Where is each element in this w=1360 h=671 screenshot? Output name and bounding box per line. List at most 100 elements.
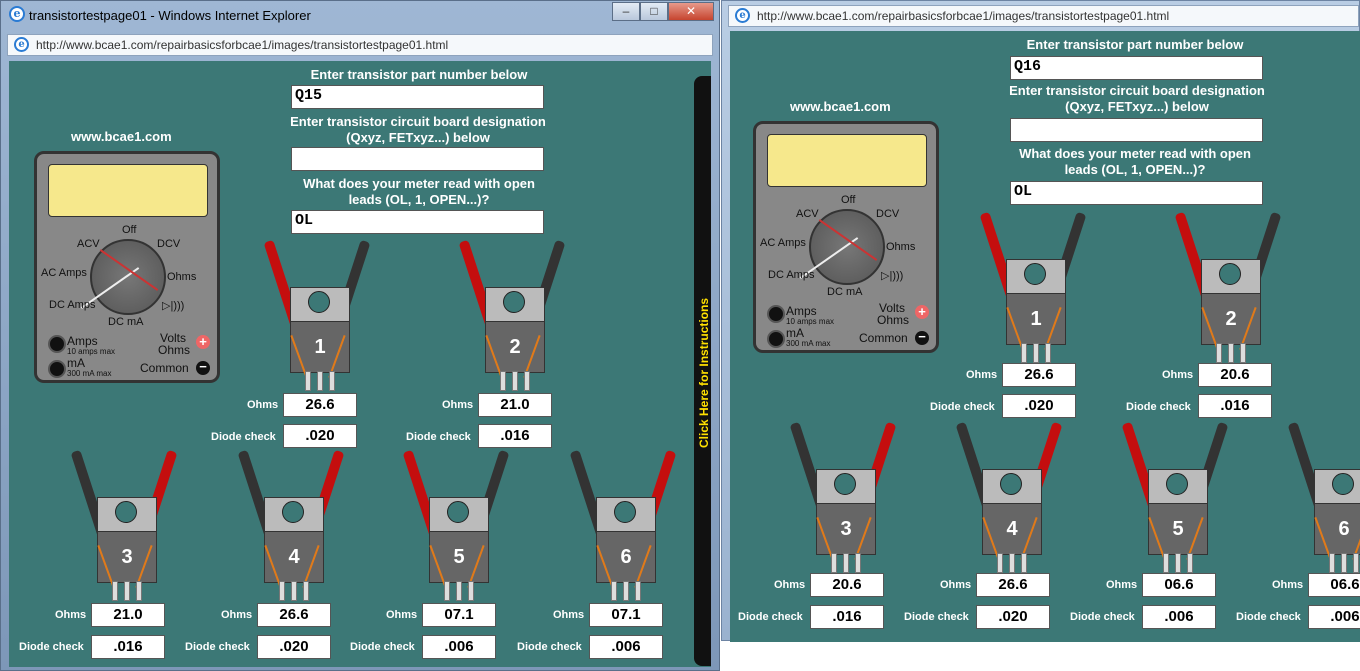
ohms-value-6[interactable]: 07.1 [589, 603, 663, 627]
diode-value-1[interactable]: .020 [1002, 394, 1076, 418]
lead [1175, 553, 1181, 573]
url-text[interactable]: http://www.bcae1.com/repairbasicsforbcae… [757, 9, 1169, 23]
ohms-value-4[interactable]: 26.6 [257, 603, 331, 627]
ohms-value-2[interactable]: 20.6 [1198, 363, 1272, 387]
lead [1009, 553, 1015, 573]
amps-label: Amps [67, 334, 98, 348]
maximize-button[interactable]: □ [640, 2, 668, 21]
diode-check-label: Diode check [1070, 611, 1135, 623]
ohms-value-6[interactable]: 06.6 [1308, 573, 1360, 597]
title-bar: e transistortestpage01 - Windows Interne… [1, 1, 719, 29]
diode-check-label: Diode check [211, 431, 276, 443]
address-bar[interactable]: e http://www.bcae1.com/repairbasicsforbc… [728, 5, 1359, 27]
diode-value-6[interactable]: .006 [589, 635, 663, 659]
dc-amps-label: DC Amps [49, 299, 96, 311]
dcv-label: DCV [157, 238, 181, 250]
off-label: Off [841, 194, 856, 206]
lead [317, 371, 323, 391]
acv-label: ACV [796, 208, 819, 220]
page-content: Enter transistor part number below Q16 E… [730, 31, 1360, 642]
lead [1163, 553, 1169, 573]
ma-jack[interactable] [767, 330, 785, 348]
address-bar[interactable]: e http://www.bcae1.com/repairbasicsforbc… [7, 34, 713, 56]
diode-value-4[interactable]: .020 [257, 635, 331, 659]
ohms-value-5[interactable]: 06.6 [1142, 573, 1216, 597]
lead [500, 371, 506, 391]
open-leads-input[interactable]: OL [291, 210, 544, 234]
minus-jack-icon[interactable]: − [196, 360, 210, 375]
ie-icon: e [9, 6, 25, 22]
designation-label: Enter transistor circuit board designati… [290, 114, 546, 145]
ie-page-icon: e [735, 8, 750, 23]
designation-input[interactable] [1010, 118, 1263, 142]
ohms-label: Ohms [1272, 579, 1304, 591]
diode-value-2[interactable]: .016 [478, 424, 552, 448]
lead [623, 581, 629, 601]
ohms-value-3[interactable]: 21.0 [91, 603, 165, 627]
acv-label: ACV [77, 238, 100, 250]
ma-label: mA [786, 326, 804, 340]
transistor-5: 5 [402, 449, 510, 601]
diode-value-3[interactable]: .016 [91, 635, 165, 659]
ie-page-icon: e [14, 37, 29, 52]
ma-jack[interactable] [48, 360, 66, 378]
ohms-label: Ohms [442, 399, 474, 411]
url-text[interactable]: http://www.bcae1.com/repairbasicsforbcae… [36, 38, 448, 52]
diode-check-label: Diode check [19, 641, 84, 653]
ma-label: mA [67, 356, 85, 370]
mounting-hole [308, 291, 330, 313]
amps-jack[interactable] [48, 335, 66, 353]
lead [291, 581, 297, 601]
diode-value-2[interactable]: .016 [1198, 394, 1272, 418]
transistor-2: 2 [458, 239, 566, 391]
ohms-label: Ohms [167, 271, 197, 283]
lead [997, 553, 1003, 573]
open-leads-input[interactable]: OL [1010, 181, 1263, 205]
ohms-value-1[interactable]: 26.6 [283, 393, 357, 417]
mounting-hole [1332, 473, 1354, 495]
mounting-hole [1219, 263, 1241, 285]
close-button[interactable]: ✕ [668, 2, 714, 21]
browser-window-1: e transistortestpage01 - Windows Interne… [0, 0, 720, 671]
site-label: www.bcae1.com [790, 99, 891, 114]
transistor-5: 5 [1121, 421, 1229, 573]
lead [1045, 343, 1051, 363]
transistor-1: 1 [263, 239, 371, 391]
minus-jack-icon[interactable]: − [915, 330, 929, 345]
multimeter: Off ACV DCV AC Amps Ohms DC Amps ▷|))) D… [34, 151, 220, 383]
ma-max-label: 300 mA max [67, 369, 112, 378]
mounting-hole [1024, 263, 1046, 285]
transistor-3: 3 [789, 421, 897, 573]
instructions-label[interactable]: Click Here for Instructions [697, 288, 711, 448]
lead [843, 553, 849, 573]
designation-input[interactable] [291, 147, 544, 171]
diode-value-1[interactable]: .020 [283, 424, 357, 448]
diode-check-label: Diode check [930, 401, 995, 413]
amps-jack[interactable] [767, 305, 785, 323]
lead [468, 581, 474, 601]
diode-value-3[interactable]: .016 [810, 605, 884, 629]
part-number-input[interactable]: Q15 [291, 85, 544, 109]
mounting-hole [614, 501, 636, 523]
ohms-value-4[interactable]: 26.6 [976, 573, 1050, 597]
lead [1021, 343, 1027, 363]
diode-value-4[interactable]: .020 [976, 605, 1050, 629]
part-number-input[interactable]: Q16 [1010, 56, 1263, 80]
ohms-value-2[interactable]: 21.0 [478, 393, 552, 417]
diode-value-5[interactable]: .006 [1142, 605, 1216, 629]
diode-value-5[interactable]: .006 [422, 635, 496, 659]
ohms-value-1[interactable]: 26.6 [1002, 363, 1076, 387]
ohms-value-5[interactable]: 07.1 [422, 603, 496, 627]
window-title: transistortestpage01 - Windows Internet … [29, 8, 311, 23]
diode-value-6[interactable]: .006 [1308, 605, 1360, 629]
site-label: www.bcae1.com [71, 129, 172, 144]
minimize-button[interactable]: – [612, 2, 640, 21]
ohms-label: Ohms [55, 609, 87, 621]
lead [124, 581, 130, 601]
instructions-tab[interactable]: Click Here for Instructions [694, 76, 711, 666]
ohms-value-3[interactable]: 20.6 [810, 573, 884, 597]
amps-label: Amps [786, 304, 817, 318]
amps-max-label: 10 amps max [67, 347, 116, 356]
plus-jack-icon[interactable]: + [196, 335, 210, 349]
plus-jack-icon[interactable]: + [915, 305, 929, 319]
